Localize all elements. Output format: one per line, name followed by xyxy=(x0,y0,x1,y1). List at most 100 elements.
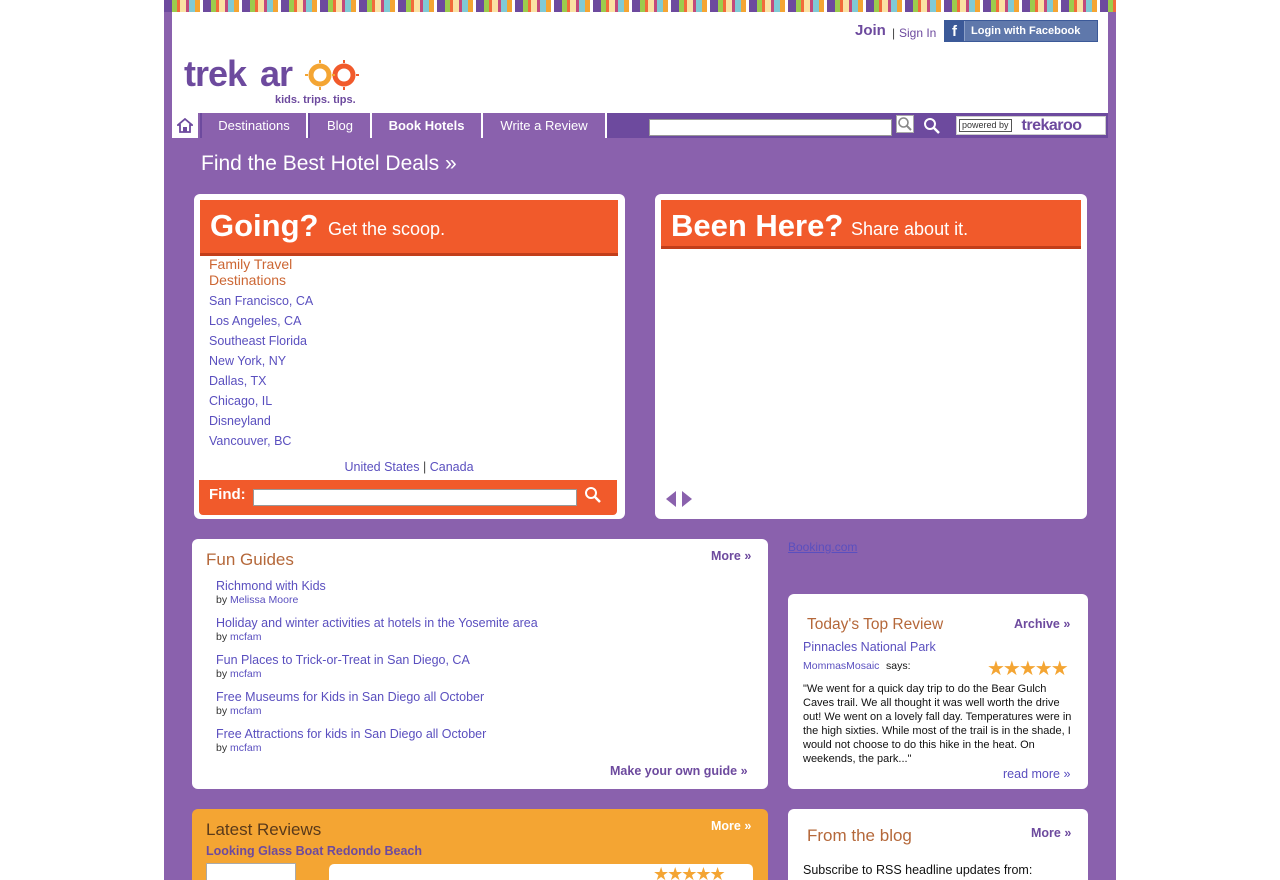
destination-link[interactable]: New York, NY xyxy=(209,354,286,368)
blog-subscribe-text: Subscribe to RSS headline updates from: xyxy=(803,863,1033,877)
guide-author-link[interactable]: mcfam xyxy=(230,668,262,680)
review-excerpt: "We went for a quick day trip to do the … xyxy=(803,683,1072,765)
find-input[interactable] xyxy=(253,489,577,506)
guide-author-link[interactable]: Melissa Moore xyxy=(230,594,298,606)
top-review-panel: Today's Top Review Archive » Pinnacles N… xyxy=(788,594,1088,789)
latest-reviews-heading: Latest Reviews xyxy=(206,820,322,839)
destination-link[interactable]: Los Angeles, CA xyxy=(209,314,301,328)
logo-tagline: kids. trips. tips. xyxy=(275,94,356,106)
guide-byline: by Melissa Moore xyxy=(216,594,298,606)
destination-link[interactable]: San Francisco, CA xyxy=(209,294,313,308)
home-icon xyxy=(177,118,193,133)
site-header: trek ar kids. trips. tips. Join | Sign I… xyxy=(172,12,1108,113)
fun-guides-more-link[interactable]: More » xyxy=(711,549,751,563)
site-search-input[interactable] xyxy=(649,119,892,136)
destination-link[interactable]: Dallas, TX xyxy=(209,374,266,388)
find-search-icon[interactable] xyxy=(584,486,602,504)
facebook-login-button[interactable]: f Login with Facebook xyxy=(944,20,1098,42)
destination-link[interactable]: Chicago, IL xyxy=(209,394,272,408)
guide-byline: by mcfam xyxy=(216,742,262,754)
nav-destinations[interactable]: Destinations xyxy=(202,113,308,138)
country-us-link[interactable]: United States xyxy=(344,460,419,474)
powered-by-trekaroo: powered by trekaroo xyxy=(956,116,1106,135)
guide-author-link[interactable]: mcfam xyxy=(230,742,262,754)
fun-guides-heading: Fun Guides xyxy=(206,550,294,569)
going-banner: Going? Get the scoop. xyxy=(200,200,618,256)
top-review-archive-link[interactable]: Archive » xyxy=(1014,617,1070,631)
header-separator: | xyxy=(892,26,896,40)
guide-title-link[interactable]: Free Museums for Kids in San Diego all O… xyxy=(216,690,484,704)
home-button[interactable] xyxy=(172,113,200,138)
country-links: United States | Canada xyxy=(194,460,624,474)
sign-in-link[interactable]: Sign In xyxy=(899,26,936,40)
latest-review-stars: ★★★★★ xyxy=(653,864,726,880)
by-label: by xyxy=(216,631,228,643)
guide-title-link[interactable]: Fun Places to Trick-or-Treat in San Dieg… xyxy=(216,653,470,667)
fun-guides-panel: Fun Guides More » Richmond with Kids by … xyxy=(192,539,768,789)
destination-link[interactable]: Disneyland xyxy=(209,414,271,428)
carousel-arrows xyxy=(665,490,695,513)
destination-link[interactable]: Vancouver, BC xyxy=(209,434,291,448)
main-nav: Destinations Blog Book Hotels Write a Re… xyxy=(172,113,1108,138)
going-panel: Going? Get the scoop. Family Travel Dest… xyxy=(194,194,625,519)
nav-book-hotels[interactable]: Book Hotels xyxy=(372,113,483,138)
make-own-guide-link[interactable]: Make your own guide » xyxy=(610,764,748,778)
svg-text:trek: trek xyxy=(184,53,248,94)
country-canada-link[interactable]: Canada xyxy=(430,460,474,474)
reviewer-avatar[interactable] xyxy=(206,863,296,880)
join-link[interactable]: Join xyxy=(855,22,886,39)
blog-heading: From the blog xyxy=(807,826,912,845)
review-rating-stars: ★★★★★ xyxy=(987,658,1069,680)
find-bar: Find: xyxy=(199,480,617,515)
review-user-link[interactable]: MommasMosaic xyxy=(803,660,879,672)
trekaroo-logo[interactable]: trek ar kids. trips. tips. xyxy=(184,52,374,110)
by-label: by xyxy=(216,668,228,680)
page-wrapper: trek ar kids. trips. tips. Join | Sign I… xyxy=(164,0,1116,880)
review-says-label: says: xyxy=(886,660,911,672)
guide-author-link[interactable]: mcfam xyxy=(230,705,262,717)
facebook-icon: f xyxy=(945,21,965,41)
by-label: by xyxy=(216,742,228,754)
latest-reviews-more-link[interactable]: More » xyxy=(711,819,751,833)
been-here-subheading: Share about it. xyxy=(851,219,969,239)
guide-author-link[interactable]: mcfam xyxy=(230,631,262,643)
destination-link[interactable]: Southeast Florida xyxy=(209,334,307,348)
guide-title-link[interactable]: Free Attractions for kids in San Diego a… xyxy=(216,727,486,741)
search-icon[interactable] xyxy=(896,115,914,133)
guide-title-link[interactable]: Holiday and winter activities at hotels … xyxy=(216,616,538,630)
by-label: by xyxy=(216,594,228,606)
by-label: by xyxy=(216,705,228,717)
review-place-link[interactable]: Pinnacles National Park xyxy=(803,640,936,654)
guide-byline: by mcfam xyxy=(216,668,262,680)
latest-reviews-panel: Latest Reviews More » Looking Glass Boat… xyxy=(192,809,768,880)
page-title[interactable]: Find the Best Hotel Deals » xyxy=(201,152,457,176)
read-more-link[interactable]: read more » xyxy=(1003,767,1070,781)
country-separator: | xyxy=(423,460,427,474)
nav-blog[interactable]: Blog xyxy=(310,113,372,138)
find-label: Find: xyxy=(209,486,246,503)
guide-byline: by mcfam xyxy=(216,631,262,643)
nav-write-review[interactable]: Write a Review xyxy=(483,113,607,138)
decorative-stripe-border xyxy=(164,0,1116,12)
powered-by-label: powered by xyxy=(959,119,1012,132)
been-here-heading: Been Here? xyxy=(671,208,844,243)
guide-byline: by mcfam xyxy=(216,705,262,717)
svg-text:ar: ar xyxy=(260,53,293,94)
booking-link[interactable]: Booking.com xyxy=(788,540,857,554)
prev-arrow-icon[interactable] xyxy=(666,491,676,507)
next-arrow-icon[interactable] xyxy=(682,491,692,507)
latest-review-title-link[interactable]: Looking Glass Boat Redondo Beach xyxy=(206,844,422,858)
been-here-panel: Been Here? Share about it. xyxy=(655,194,1087,519)
guide-title-link[interactable]: Richmond with Kids xyxy=(216,579,326,593)
going-heading: Going? xyxy=(210,208,319,243)
going-subheading: Get the scoop. xyxy=(328,219,446,239)
blog-more-link[interactable]: More » xyxy=(1031,826,1071,840)
facebook-login-label: Login with Facebook xyxy=(971,25,1081,37)
been-here-banner: Been Here? Share about it. xyxy=(661,200,1081,249)
search-submit-icon[interactable] xyxy=(922,116,942,136)
latest-review-card: ★★★★★ xyxy=(329,864,753,880)
powered-by-logo: trekaroo xyxy=(1021,116,1083,134)
blog-panel: From the blog More » Subscribe to RSS he… xyxy=(788,809,1088,880)
destinations-heading: Family Travel Destinations xyxy=(209,256,293,288)
top-review-heading: Today's Top Review xyxy=(807,616,944,633)
